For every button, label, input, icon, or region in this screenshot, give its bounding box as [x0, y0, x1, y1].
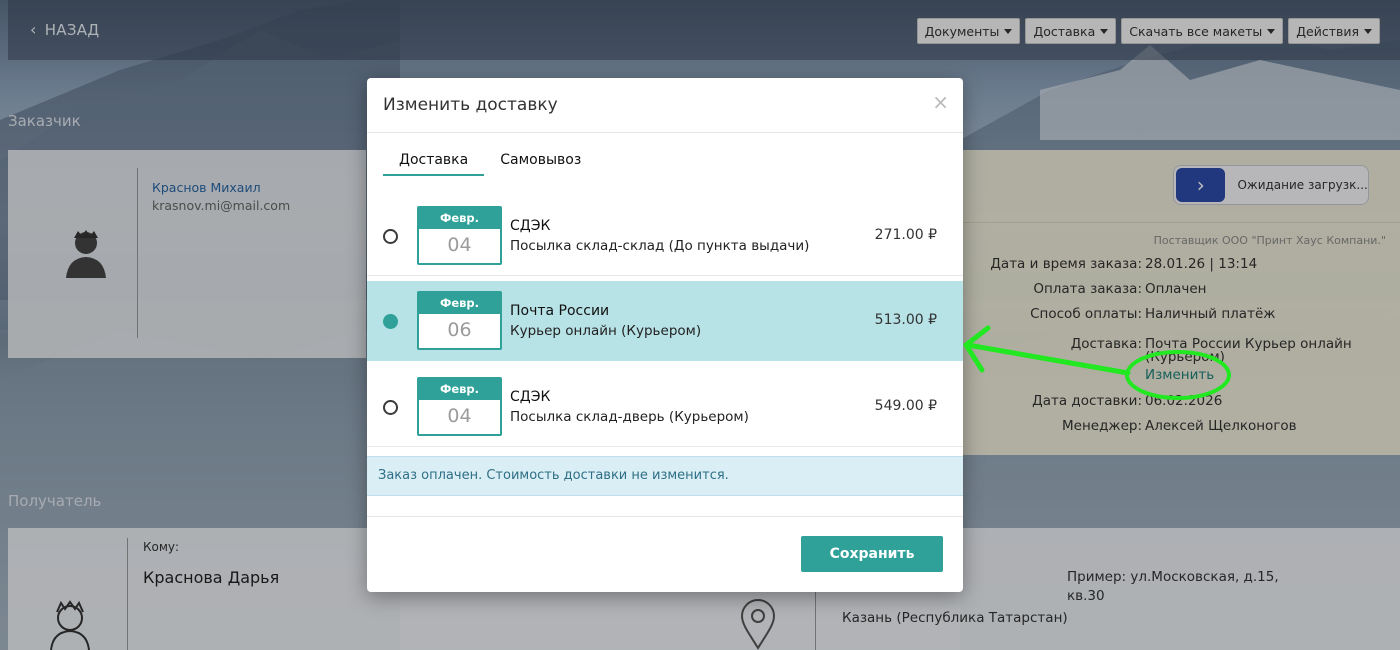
- close-icon[interactable]: ×: [932, 92, 949, 112]
- carrier-name: СДЭК: [510, 389, 551, 405]
- service-name: Курьер онлайн (Курьером): [510, 323, 702, 339]
- delivery-tabs: Доставка Самовывоз: [383, 150, 597, 176]
- service-name: Посылка склад-дверь (Курьером): [510, 409, 749, 425]
- divider: [367, 516, 963, 517]
- calendar-day: 04: [447, 234, 472, 256]
- calendar-icon: Февр. 04: [417, 206, 502, 265]
- calendar-day: 04: [447, 405, 472, 427]
- delivery-price: 513.00 ₽: [874, 312, 937, 328]
- radio-button[interactable]: [383, 400, 398, 415]
- delivery-option-selected[interactable]: Февр. 06 Почта России Курьер онлайн (Кур…: [367, 281, 963, 361]
- calendar-icon: Февр. 04: [417, 377, 502, 436]
- payment-notice: Заказ оплачен. Стоимость доставки не изм…: [367, 456, 963, 496]
- calendar-month: Февр.: [419, 208, 500, 229]
- radio-button[interactable]: [383, 229, 398, 244]
- radio-button-checked[interactable]: [383, 314, 398, 329]
- change-delivery-modal: Изменить доставку × Доставка Самовывоз Ф…: [367, 78, 963, 592]
- carrier-name: Почта России: [510, 303, 610, 319]
- calendar-month: Февр.: [419, 293, 500, 314]
- modal-title: Изменить доставку: [383, 95, 558, 115]
- save-button[interactable]: Сохранить: [801, 536, 943, 572]
- delivery-option[interactable]: Февр. 04 СДЭК Посылка склад-дверь (Курье…: [367, 367, 963, 447]
- tab-pickup[interactable]: Самовывоз: [484, 150, 597, 176]
- delivery-price: 549.00 ₽: [874, 398, 937, 414]
- delivery-price: 271.00 ₽: [874, 227, 937, 243]
- calendar-icon: Февр. 06: [417, 291, 502, 350]
- service-name: Посылка склад-склад (До пункта выдачи): [510, 238, 810, 254]
- delivery-option[interactable]: Февр. 04 СДЭК Посылка склад-склад (До пу…: [367, 196, 963, 276]
- calendar-day: 06: [447, 319, 472, 341]
- carrier-name: СДЭК: [510, 218, 551, 234]
- modal-header: Изменить доставку ×: [367, 78, 963, 133]
- tab-delivery[interactable]: Доставка: [383, 150, 485, 176]
- calendar-month: Февр.: [419, 379, 500, 400]
